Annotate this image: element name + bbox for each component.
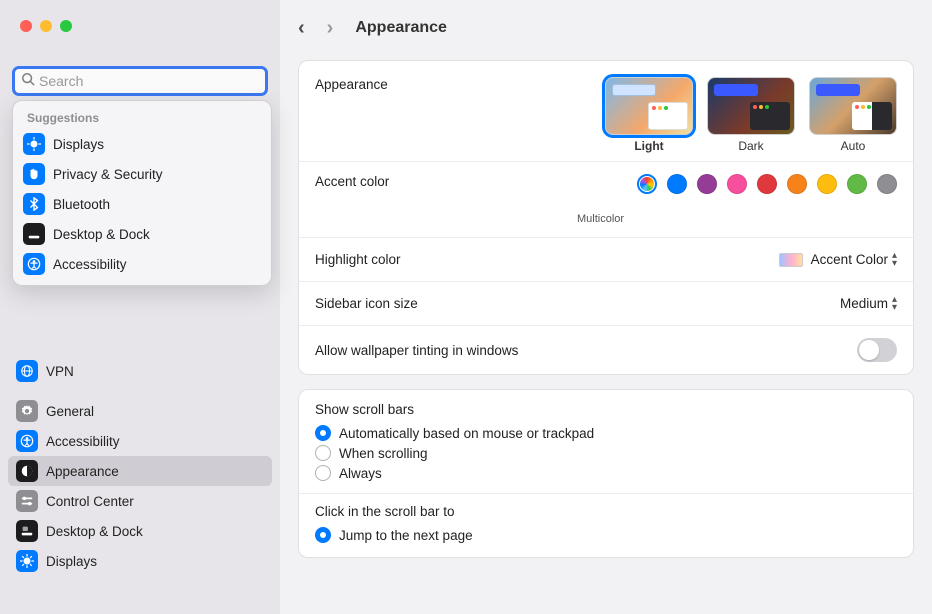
suggestion-accessibility[interactable]: Accessibility	[13, 249, 271, 279]
globe-icon	[16, 360, 38, 382]
zoom-window-button[interactable]	[60, 20, 72, 32]
search-suggestions-popup: Suggestions Displays Privacy & Security …	[12, 100, 272, 286]
accent-multicolor[interactable]	[637, 174, 657, 194]
suggestion-displays[interactable]: Displays	[13, 129, 271, 159]
search-input[interactable]	[39, 73, 259, 89]
suggestion-label: Desktop & Dock	[53, 227, 150, 242]
accent-green[interactable]	[847, 174, 867, 194]
highlight-color-label: Highlight color	[315, 252, 401, 267]
appearance-option-light[interactable]	[605, 77, 693, 135]
sidebar: Suggestions Displays Privacy & Security …	[0, 0, 280, 614]
accent-orange[interactable]	[787, 174, 807, 194]
displays-icon	[16, 550, 38, 572]
radio-label: Always	[339, 466, 382, 481]
gear-icon	[16, 400, 38, 422]
sidebar-item-appearance[interactable]: Appearance	[8, 456, 272, 486]
minimize-window-button[interactable]	[40, 20, 52, 32]
radio-button[interactable]	[315, 465, 331, 481]
search-field[interactable]	[12, 66, 268, 96]
page-title: Appearance	[355, 19, 447, 37]
sidebar-item-label: General	[46, 404, 94, 419]
bluetooth-icon	[23, 193, 45, 215]
chevron-updown-icon: ▴▾	[892, 252, 897, 268]
sidebar-item-control-center[interactable]: Control Center	[8, 486, 272, 516]
suggestion-privacy[interactable]: Privacy & Security	[13, 159, 271, 189]
scrollbars-option-always[interactable]: Always	[315, 463, 897, 483]
control-center-icon	[16, 490, 38, 512]
sidebar-item-general[interactable]: General	[8, 396, 272, 426]
appearance-option-label: Dark	[738, 139, 763, 153]
accessibility-icon	[23, 253, 45, 275]
displays-icon	[23, 133, 45, 155]
radio-button[interactable]	[315, 425, 331, 441]
appearance-option-label: Light	[634, 139, 663, 153]
accent-graphite[interactable]	[877, 174, 897, 194]
sidebar-item-displays[interactable]: Displays	[8, 546, 272, 576]
scrollbars-title: Show scroll bars	[315, 402, 897, 417]
highlight-color-value: Accent Color	[811, 252, 888, 267]
suggestion-label: Displays	[53, 137, 104, 152]
sidebar-item-label: Appearance	[46, 464, 119, 479]
radio-button[interactable]	[315, 445, 331, 461]
highlight-swatch	[779, 253, 803, 267]
suggestions-heading: Suggestions	[13, 107, 271, 129]
appearance-option-label: Auto	[841, 139, 866, 153]
hand-icon	[23, 163, 45, 185]
appearance-panel: Appearance Light Dark	[298, 60, 914, 375]
sidebar-item-label: VPN	[46, 364, 74, 379]
radio-label: Automatically based on mouse or trackpad	[339, 426, 594, 441]
accent-pink[interactable]	[727, 174, 747, 194]
highlight-color-popup[interactable]: Accent Color ▴▾	[811, 252, 897, 268]
sidebar-icon-size-popup[interactable]: Medium ▴▾	[840, 296, 897, 312]
suggestion-bluetooth[interactable]: Bluetooth	[13, 189, 271, 219]
nav-back-button[interactable]: ‹	[298, 17, 305, 40]
accent-selected-name: Multicolor	[577, 213, 624, 225]
dock-icon	[23, 223, 45, 245]
sidebar-icon-size-value: Medium	[840, 296, 888, 311]
nav-forward-button[interactable]: ›	[327, 17, 334, 40]
suggestion-label: Privacy & Security	[53, 167, 163, 182]
scrollbars-option-scrolling[interactable]: When scrolling	[315, 443, 897, 463]
suggestion-label: Bluetooth	[53, 197, 110, 212]
radio-button[interactable]	[315, 527, 331, 543]
chevron-updown-icon: ▴▾	[892, 296, 897, 312]
click-scroll-option-jump[interactable]: Jump to the next page	[315, 525, 897, 545]
appearance-option-dark[interactable]	[707, 77, 795, 135]
suggestion-label: Accessibility	[53, 257, 127, 272]
scrollbars-option-auto[interactable]: Automatically based on mouse or trackpad	[315, 423, 897, 443]
accent-purple[interactable]	[697, 174, 717, 194]
content-area: ‹ › Appearance Appearance Light	[280, 0, 932, 614]
accent-red[interactable]	[757, 174, 777, 194]
scroll-panel: Show scroll bars Automatically based on …	[298, 389, 914, 558]
wallpaper-tint-label: Allow wallpaper tinting in windows	[315, 343, 518, 358]
appearance-option-auto[interactable]	[809, 77, 897, 135]
close-window-button[interactable]	[20, 20, 32, 32]
suggestion-desktop-dock[interactable]: Desktop & Dock	[13, 219, 271, 249]
wallpaper-tint-toggle[interactable]	[857, 338, 897, 362]
sidebar-item-label: Accessibility	[46, 434, 120, 449]
sidebar-item-accessibility[interactable]: Accessibility	[8, 426, 272, 456]
sidebar-item-label: Displays	[46, 554, 97, 569]
sidebar-item-label: Desktop & Dock	[46, 524, 143, 539]
sidebar-item-label: Control Center	[46, 494, 134, 509]
radio-label: When scrolling	[339, 446, 428, 461]
sidebar-icon-size-label: Sidebar icon size	[315, 296, 418, 311]
accessibility-icon	[16, 430, 38, 452]
search-icon	[21, 72, 35, 90]
window-controls	[20, 20, 72, 32]
accent-yellow[interactable]	[817, 174, 837, 194]
accent-blue[interactable]	[667, 174, 687, 194]
accent-color-label: Accent color	[315, 174, 389, 189]
sidebar-item-vpn[interactable]: VPN	[8, 356, 272, 386]
appearance-label: Appearance	[315, 77, 388, 92]
appearance-icon	[16, 460, 38, 482]
radio-label: Jump to the next page	[339, 528, 473, 543]
sidebar-item-desktop-dock[interactable]: Desktop & Dock	[8, 516, 272, 546]
click-scroll-title: Click in the scroll bar to	[315, 504, 897, 519]
dock-icon	[16, 520, 38, 542]
